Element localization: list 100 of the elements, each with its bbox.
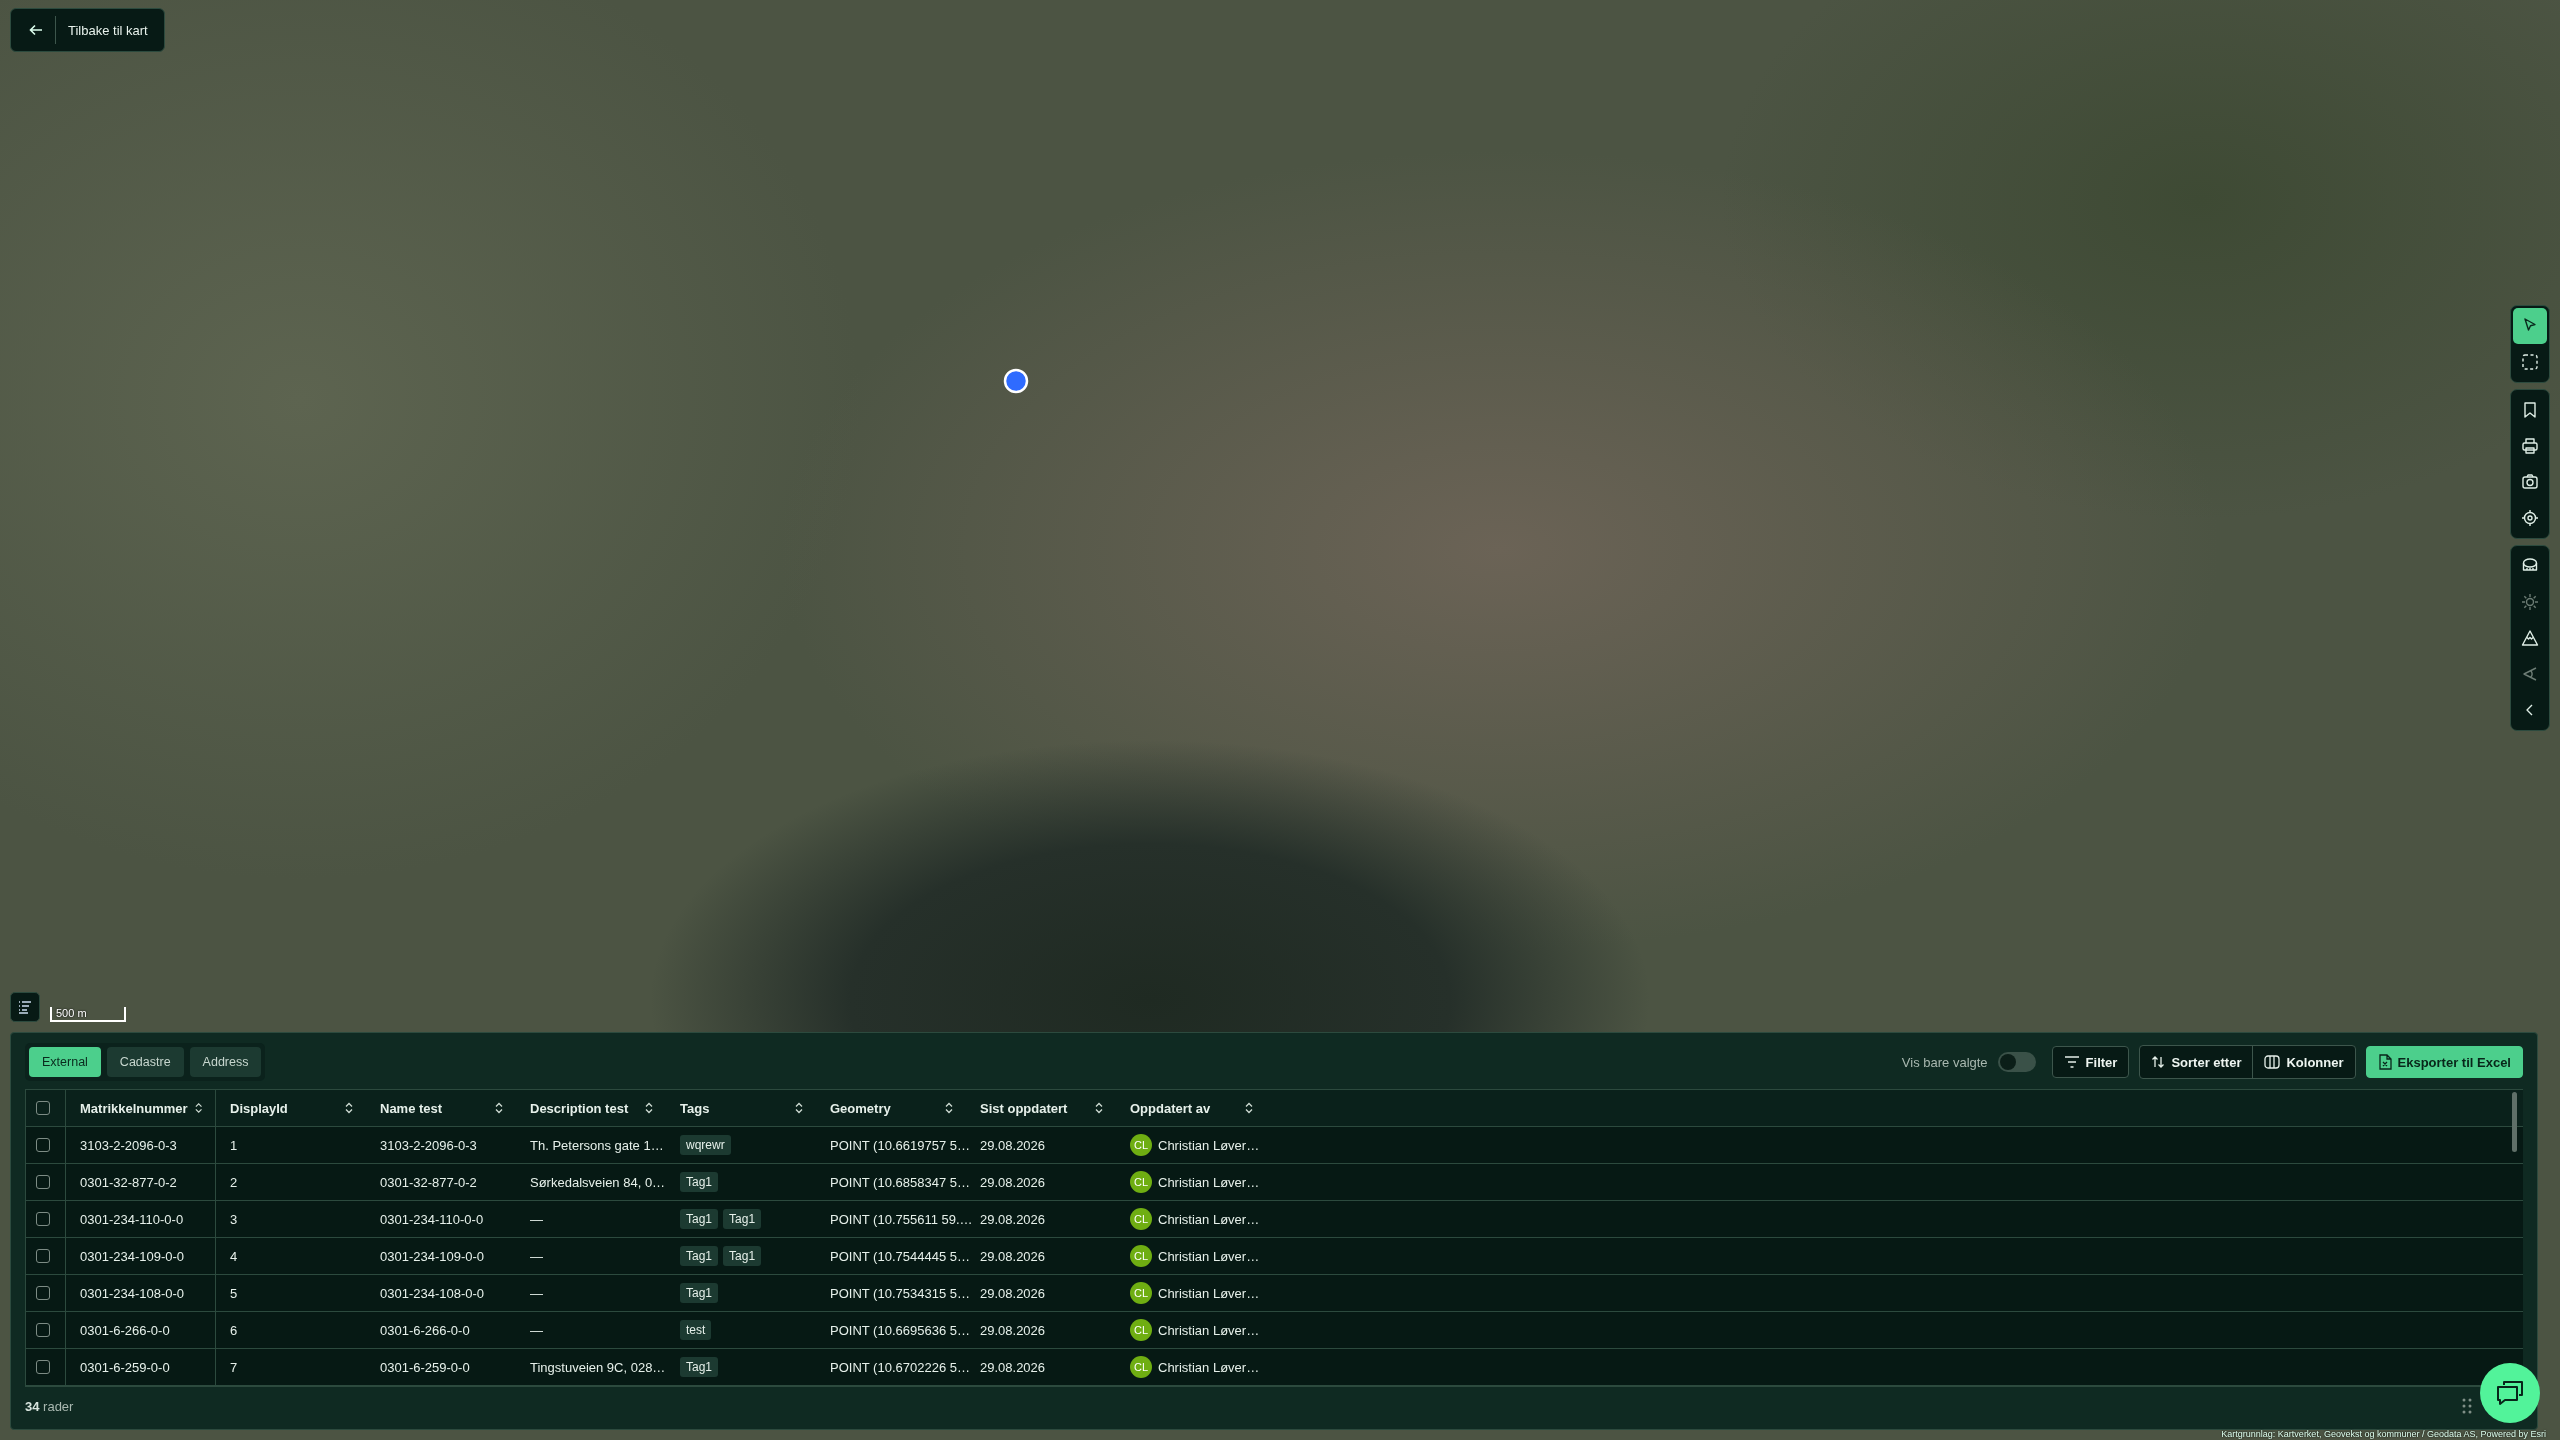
scale-bar: 500 m <box>50 1007 126 1022</box>
table-cell: POINT (10.6619757 5… <box>830 1137 970 1153</box>
column-header[interactable]: Name test <box>380 1100 443 1116</box>
column-header[interactable]: Matrikkelnummer <box>80 1100 188 1116</box>
table-cell: — <box>530 1248 543 1264</box>
table-cell: 0301-234-108-0-0 <box>380 1285 485 1301</box>
table-cell: 29.08.2026 <box>980 1211 1046 1227</box>
row-checkbox[interactable] <box>36 1249 50 1263</box>
table-cell: 0301-234-108-0-0 <box>80 1285 185 1301</box>
tag-chip: Tag1 <box>723 1246 762 1266</box>
row-checkbox[interactable] <box>36 1175 50 1189</box>
table-cell: 29.08.2026 <box>980 1174 1046 1190</box>
user-name: Christian Løver… <box>1158 1285 1260 1301</box>
sort-icon[interactable] <box>1244 1102 1254 1114</box>
table-cell: POINT (10.7544445 5… <box>830 1248 970 1264</box>
column-header[interactable]: Geometry <box>830 1100 891 1116</box>
sort-icon[interactable] <box>344 1102 354 1114</box>
column-header[interactable]: Tags <box>680 1100 710 1116</box>
column-header[interactable]: Sist oppdatert <box>980 1100 1068 1116</box>
user-avatar: CL <box>1130 1356 1152 1378</box>
location-marker-icon <box>1003 368 1029 394</box>
user-avatar: CL <box>1130 1245 1152 1267</box>
table-cell: 0301-234-109-0-0 <box>80 1248 185 1264</box>
layer-tab[interactable]: Address <box>189 1047 262 1077</box>
mountain-icon <box>2520 628 2540 648</box>
pointer-tool-button[interactable] <box>2513 308 2547 344</box>
row-count: 34 rader <box>25 1398 74 1414</box>
table-cell: POINT (10.6702226 5… <box>830 1359 970 1375</box>
table-cell: 0301-234-109-0-0 <box>380 1248 485 1264</box>
table-cell: 0301-6-259-0-0 <box>80 1359 170 1375</box>
row-checkbox[interactable] <box>36 1323 50 1337</box>
filter-button[interactable]: Filter <box>2051 1046 2130 1078</box>
scrollbar[interactable] <box>2512 1092 2517 1152</box>
sort-icon[interactable] <box>1094 1102 1104 1114</box>
sort-arrows-icon <box>2151 1055 2166 1069</box>
user-name: Christian Løver… <box>1158 1211 1260 1227</box>
camera-icon <box>2520 472 2540 492</box>
tag-chip: Tag1 <box>680 1172 719 1192</box>
sort-icon[interactable] <box>193 1102 203 1114</box>
drag-handle-icon[interactable] <box>2461 1397 2473 1415</box>
table-cell: 6 <box>230 1322 238 1338</box>
columns-icon <box>2264 1055 2281 1069</box>
tag-chip: Tag1 <box>723 1209 762 1229</box>
column-header[interactable]: Description test <box>530 1100 629 1116</box>
toggle-label: Vis bare valgte <box>1901 1054 1988 1070</box>
show-selected-toggle[interactable] <box>1997 1052 2036 1072</box>
table-cell: 3 <box>230 1211 238 1227</box>
legend-list-button[interactable] <box>10 992 40 1022</box>
table-cell: 4 <box>230 1248 238 1264</box>
layer-tab[interactable]: External <box>29 1047 101 1077</box>
table-cell: POINT (10.7534315 5… <box>830 1285 970 1301</box>
sort-icon[interactable] <box>494 1102 504 1114</box>
table-cell: 0301-6-266-0-0 <box>380 1322 470 1338</box>
column-header[interactable]: DisplayId <box>230 1100 288 1116</box>
table-cell: — <box>530 1322 543 1338</box>
table-cell: 29.08.2026 <box>980 1359 1046 1375</box>
sort-button[interactable]: Sorter etter <box>2140 1046 2253 1078</box>
row-checkbox[interactable] <box>36 1286 50 1300</box>
row-checkbox[interactable] <box>36 1212 50 1226</box>
user-avatar: CL <box>1130 1208 1152 1230</box>
sort-icon[interactable] <box>794 1102 804 1114</box>
sort-icon[interactable] <box>644 1102 654 1114</box>
user-avatar: CL <box>1130 1282 1152 1304</box>
table-cell: 0301-6-259-0-0 <box>380 1359 470 1375</box>
layer-tab[interactable]: Cadastre <box>106 1047 184 1077</box>
table-cell: — <box>530 1211 543 1227</box>
select-all-checkbox[interactable] <box>36 1101 50 1115</box>
user-name: Christian Løver… <box>1158 1322 1260 1338</box>
user-name: Christian Løver… <box>1158 1248 1260 1264</box>
user-name: Christian Løver… <box>1158 1359 1260 1375</box>
columns-button[interactable]: Kolonner <box>2252 1046 2355 1078</box>
table-cell: 2 <box>230 1174 238 1190</box>
table-cell: 0301-234-110-0-0 <box>380 1211 484 1227</box>
table-cell: 3103-2-2096-0-3 <box>80 1137 177 1153</box>
table-cell: POINT (10.6695636 5… <box>830 1322 970 1338</box>
row-checkbox[interactable] <box>36 1138 50 1152</box>
table-cell: Sørkedalsveien 84, 0… <box>530 1174 666 1190</box>
export-excel-button[interactable]: Eksporter til Excel <box>2365 1046 2523 1078</box>
user-name: Christian Løver… <box>1158 1174 1260 1190</box>
list-icon <box>16 998 34 1016</box>
table-cell: — <box>530 1285 543 1301</box>
back-to-map-button[interactable]: Tilbake til kart <box>10 8 165 52</box>
sort-icon[interactable] <box>944 1102 954 1114</box>
row-checkbox[interactable] <box>36 1360 50 1374</box>
user-name: Christian Løver… <box>1158 1137 1260 1153</box>
table-cell: 0301-32-877-0-2 <box>80 1174 177 1190</box>
column-header[interactable]: Oppdatert av <box>1130 1100 1211 1116</box>
spreadsheet-file-icon <box>2377 1054 2392 1070</box>
table-cell: 3103-2-2096-0-3 <box>380 1137 477 1153</box>
table-cell: 29.08.2026 <box>980 1285 1046 1301</box>
table-cell: 0301-6-266-0-0 <box>80 1322 170 1338</box>
filter-icon <box>2063 1055 2080 1069</box>
chat-bubbles-icon <box>2495 1379 2525 1407</box>
tag-chip: Tag1 <box>680 1209 719 1229</box>
table-cell: 5 <box>230 1285 238 1301</box>
selection-box-icon <box>2520 352 2540 372</box>
printer-icon <box>2520 436 2540 456</box>
table-cell: 29.08.2026 <box>980 1137 1046 1153</box>
table-cell: 1 <box>230 1137 238 1153</box>
table-cell: Th. Petersons gate 1… <box>530 1137 664 1153</box>
